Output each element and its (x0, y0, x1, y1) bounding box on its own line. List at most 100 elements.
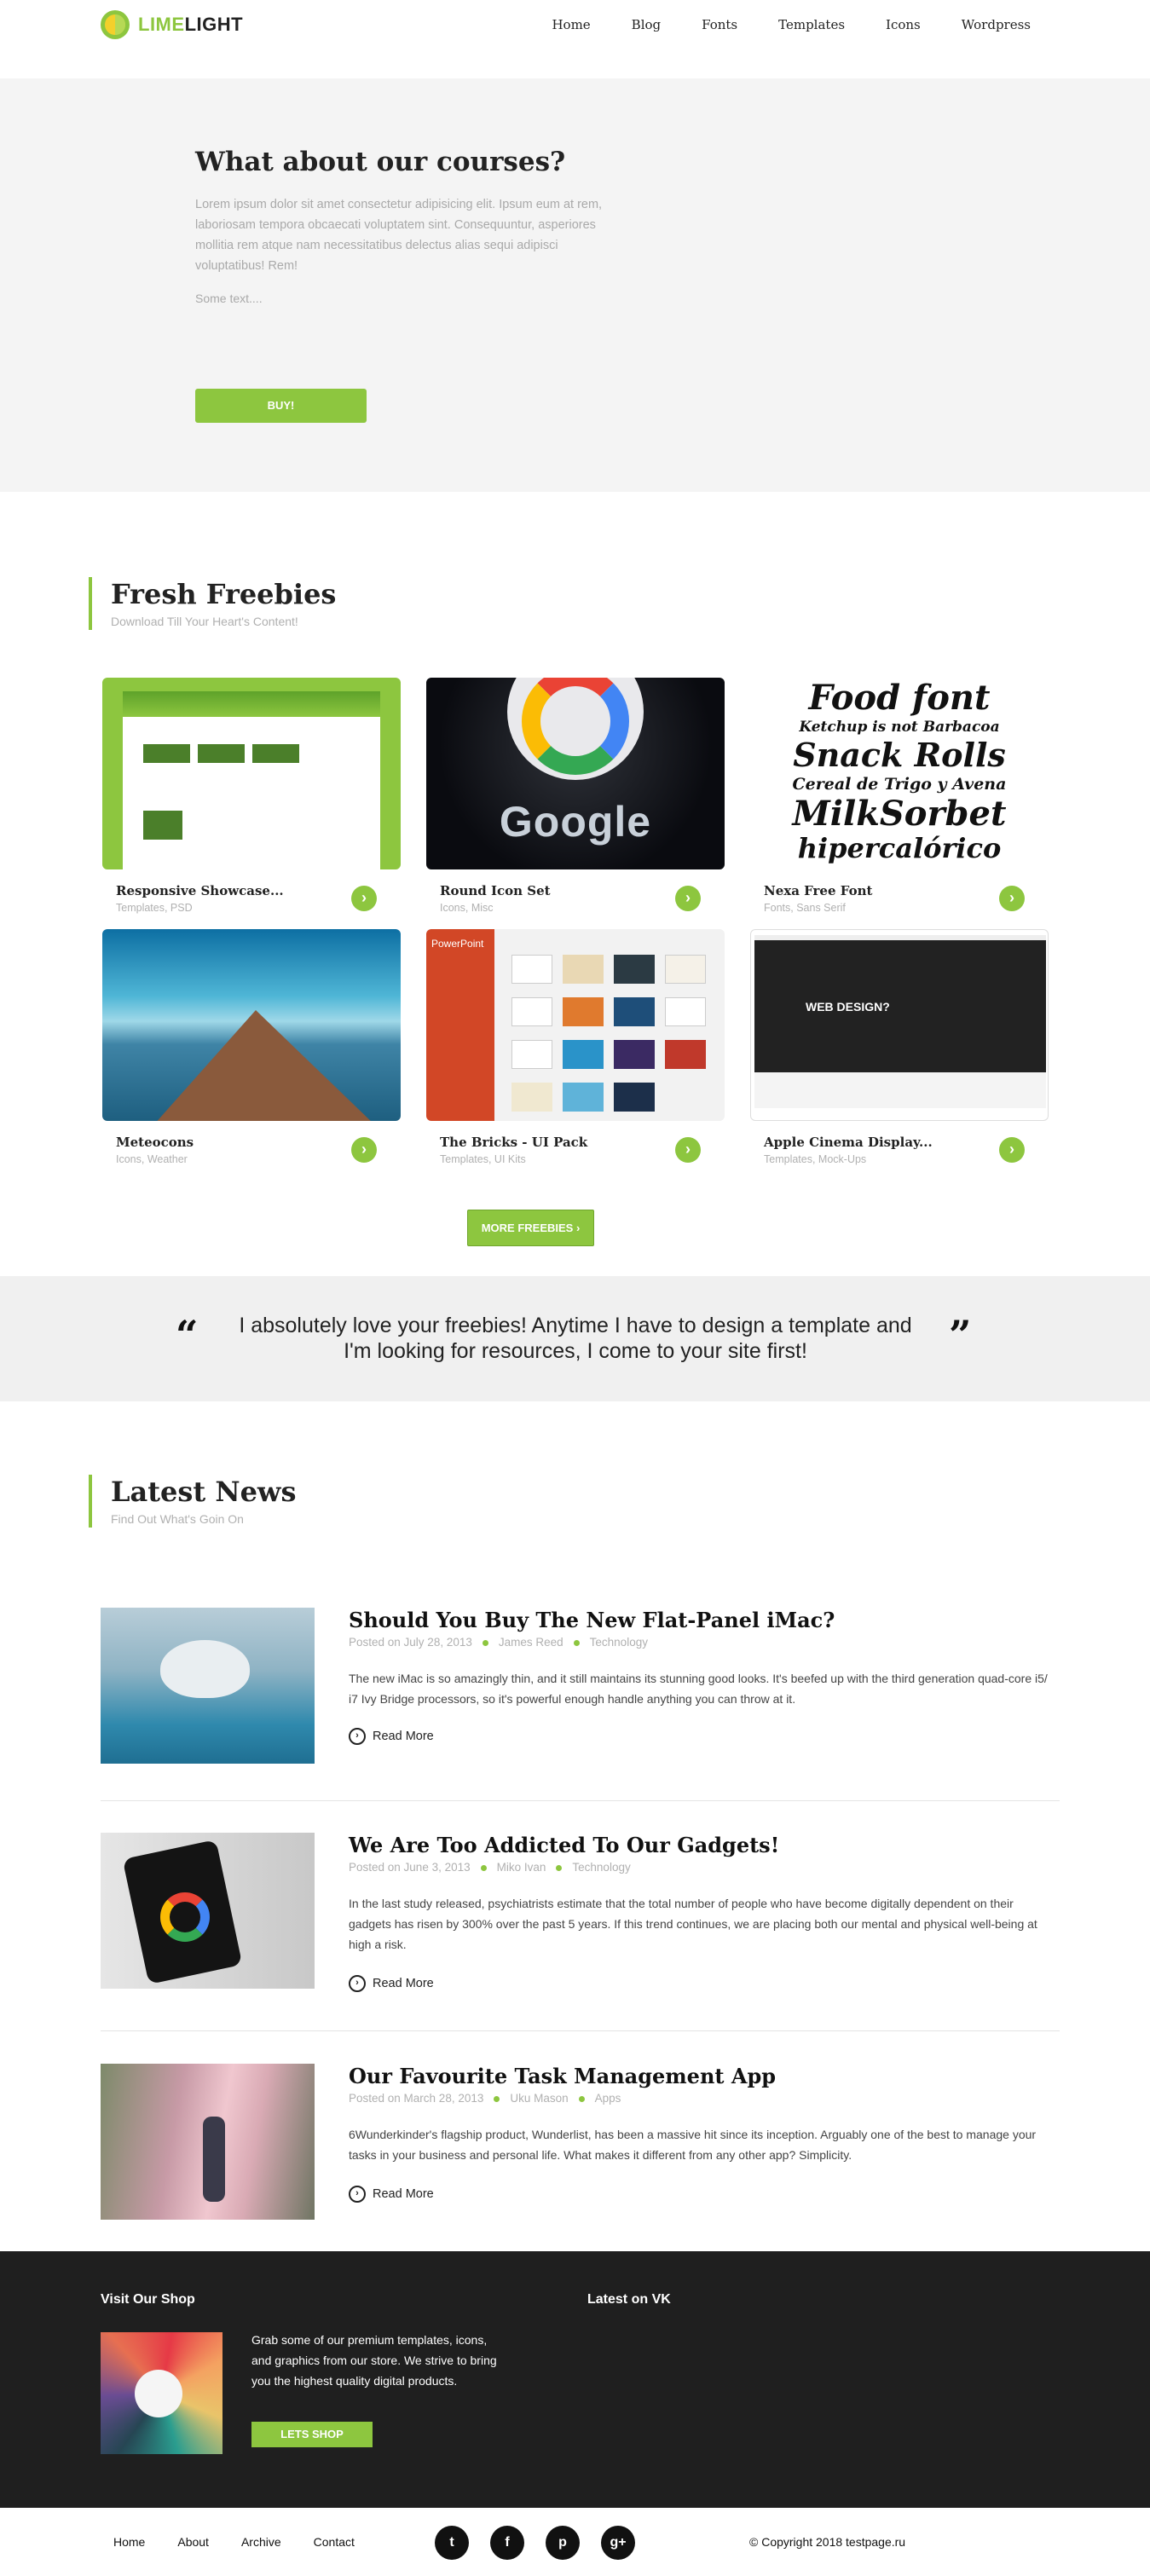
template-preview-image (143, 811, 182, 840)
post-meta: Posted on March 28, 2013 Uku Mason Apps (349, 2092, 621, 2105)
read-more-link[interactable]: › Read More (349, 1728, 434, 1745)
post-title[interactable]: Should You Buy The New Flat-Panel iMac? (349, 1608, 835, 1632)
footer-nav-contact[interactable]: Contact (314, 2535, 355, 2549)
meta-dot (480, 1864, 487, 1871)
freebie-title[interactable]: Responsive Showcase... (116, 883, 284, 898)
polar-bear (160, 1640, 250, 1698)
footer-nav: Home About Archive Contact (113, 2535, 387, 2549)
chevron-right-icon[interactable]: › (675, 1137, 701, 1163)
news-post: We Are Too Addicted To Our Gadgets! Post… (101, 1833, 1060, 2003)
shop-title: Visit Our Shop (101, 2292, 195, 2307)
read-more-link[interactable]: › Read More (349, 2186, 434, 2203)
freebie-card[interactable]: Food font Ketchup is not Barbacoa Snack … (750, 678, 1049, 914)
font-sample-line: Food font (808, 678, 991, 718)
freebie-title[interactable]: The Bricks - UI Pack (440, 1135, 587, 1150)
post-author[interactable]: Miko Ivan (497, 1861, 546, 1874)
chevron-right-icon[interactable]: › (351, 886, 377, 911)
post-author[interactable]: Uku Mason (510, 2092, 568, 2105)
freebie-title[interactable]: Nexa Free Font (764, 883, 872, 898)
freebie-thumbnail[interactable]: Google (426, 678, 725, 869)
freebie-thumbnail[interactable]: Food font Ketchup is not Barbacoa Snack … (750, 678, 1049, 869)
freebie-thumbnail[interactable] (102, 678, 401, 869)
freebie-card[interactable]: WEB DESIGN? Apple Cinema Display... Temp… (750, 929, 1049, 1165)
thumb-pp-label: PowerPoint (431, 938, 484, 950)
thumb-google-word: Google (499, 798, 652, 846)
pp-template-tile (614, 997, 655, 1026)
post-category[interactable]: Technology (572, 1861, 630, 1874)
footer: Visit Our Shop Latest on VK Grab some of… (0, 2251, 1150, 2508)
freebie-card[interactable]: PowerPoint The Bricks - UI Pack Template… (426, 929, 725, 1165)
facebook-icon[interactable]: f (490, 2526, 524, 2560)
pp-template-tile (614, 1083, 655, 1112)
open-quote-icon: “ (176, 1312, 199, 1358)
bottom-bar: Home About Archive Contact t f p g+ © Co… (0, 2508, 1150, 2576)
buy-button[interactable]: BUY! (195, 389, 367, 423)
nav-item-fonts[interactable]: Fonts (702, 17, 737, 32)
footer-nav-about[interactable]: About (177, 2535, 209, 2549)
freebie-card[interactable]: Meteocons Icons, Weather › (102, 929, 401, 1165)
post-category[interactable]: Apps (595, 2092, 621, 2105)
post-author[interactable]: James Reed (499, 1636, 563, 1649)
pp-template-tile (614, 1040, 655, 1069)
main-nav: Home Blog Fonts Templates Icons Wordpres… (511, 17, 1031, 32)
post-image[interactable] (101, 2064, 315, 2220)
vk-title: Latest on VK (587, 2292, 671, 2307)
nav-item-home[interactable]: Home (552, 17, 590, 32)
footer-nav-home[interactable]: Home (113, 2535, 145, 2549)
twitter-icon[interactable]: t (435, 2526, 469, 2560)
lets-shop-button[interactable]: LETS SHOP (251, 2422, 373, 2447)
hero-section: What about our courses? Lorem ipsum dolo… (0, 78, 1150, 492)
shop-image[interactable] (101, 2332, 222, 2454)
freebie-title[interactable]: Round Icon Set (440, 883, 551, 898)
font-sample-line: Snack Rolls (793, 736, 1006, 774)
meta-dot (573, 1639, 580, 1646)
nav-item-blog[interactable]: Blog (632, 17, 661, 32)
freebie-card[interactable]: Google Round Icon Set Icons, Misc › (426, 678, 725, 914)
pp-template-tile (511, 955, 552, 984)
nav-item-icons[interactable]: Icons (886, 17, 921, 32)
post-title[interactable]: We Are Too Addicted To Our Gadgets! (349, 1833, 779, 1857)
thumb-apple-headline: WEB DESIGN? (806, 1000, 890, 1014)
nav-item-templates[interactable]: Templates (778, 17, 845, 32)
meta-dot (578, 2095, 585, 2102)
copyright: © Copyright 2018 testpage.ru (749, 2535, 906, 2549)
freebie-title[interactable]: Apple Cinema Display... (764, 1135, 933, 1150)
template-preview-image (143, 744, 190, 763)
pp-template-tile (563, 955, 604, 984)
chevron-right-circle-icon: › (349, 1975, 366, 1992)
chevron-right-icon[interactable]: › (999, 886, 1025, 911)
pp-template-tile (511, 997, 552, 1026)
meta-dot (556, 1864, 563, 1871)
footer-nav-archive[interactable]: Archive (241, 2535, 281, 2549)
lime-logo-icon (101, 10, 130, 39)
pp-template-tile (665, 955, 706, 984)
post-image[interactable] (101, 1833, 315, 1989)
chevron-right-icon[interactable]: › (351, 1137, 377, 1163)
more-freebies-button[interactable]: MORE FREEBIES › (467, 1210, 594, 1246)
read-more-label: Read More (373, 1730, 434, 1743)
freebie-card[interactable]: Responsive Showcase... Templates, PSD › (102, 678, 401, 914)
close-quote-icon: ” (949, 1312, 972, 1358)
display-footer (754, 1072, 1046, 1108)
font-sample-line: hipercalórico (797, 832, 1002, 864)
font-sample-line: Ketchup is not Barbacoa (799, 719, 1000, 736)
pinterest-icon[interactable]: p (546, 2526, 580, 2560)
news-post: Our Favourite Task Management App Posted… (101, 2064, 1060, 2234)
post-date: Posted on July 28, 2013 (349, 1636, 472, 1649)
post-image[interactable] (101, 1608, 315, 1764)
post-excerpt: In the last study released, psychiatrist… (349, 1897, 1037, 1951)
divider (101, 1800, 1060, 1801)
chevron-right-icon[interactable]: › (999, 1137, 1025, 1163)
nav-item-wordpress[interactable]: Wordpress (962, 17, 1031, 32)
logo[interactable]: LIMELIGHT (101, 10, 243, 39)
read-more-link[interactable]: › Read More (349, 1975, 434, 1992)
freebie-thumbnail[interactable] (102, 929, 401, 1121)
google-plus-icon[interactable]: g+ (601, 2526, 635, 2560)
post-title[interactable]: Our Favourite Task Management App (349, 2064, 776, 2088)
post-category[interactable]: Technology (590, 1636, 648, 1649)
chevron-right-icon[interactable]: › (675, 886, 701, 911)
template-preview-image (252, 744, 299, 763)
freebie-thumbnail[interactable]: WEB DESIGN? (750, 929, 1049, 1121)
freebie-title[interactable]: Meteocons (116, 1135, 194, 1150)
freebie-thumbnail[interactable]: PowerPoint (426, 929, 725, 1121)
